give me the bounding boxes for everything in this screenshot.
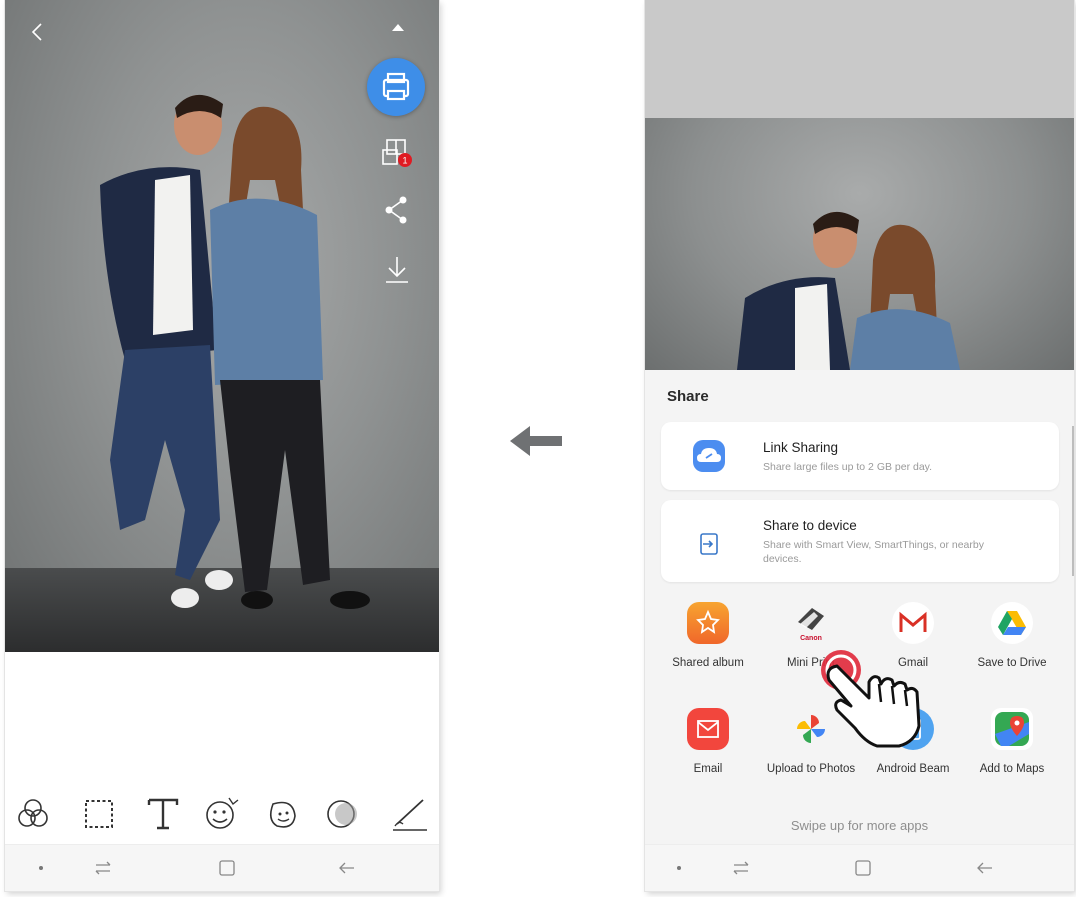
queue-count-badge: 1	[402, 156, 407, 166]
couple-photo-small	[737, 211, 960, 370]
nav-dot-icon[interactable]	[669, 858, 689, 878]
back-chevron-icon[interactable]	[25, 20, 49, 44]
link-sharing-description: Share large files up to 2 GB per day.	[763, 461, 933, 473]
share-screen: Share Link Sharing Share large files up …	[645, 0, 1074, 891]
dimmed-top-area	[645, 0, 1074, 118]
share-to-device-icon	[691, 526, 727, 567]
share-button[interactable]	[381, 194, 413, 226]
home-icon[interactable]	[217, 858, 237, 878]
save-button[interactable]	[381, 254, 413, 286]
app-shared-album[interactable]: Shared album	[656, 602, 760, 671]
photo-preview-thumbnail	[645, 118, 1074, 370]
filters-icon[interactable]	[13, 794, 53, 834]
link-sharing-option[interactable]: Link Sharing Share large files up to 2 G…	[661, 422, 1059, 490]
draw-icon[interactable]	[389, 794, 429, 834]
canon-mini-print-icon: Canon	[790, 602, 832, 644]
system-nav-bar	[645, 844, 1074, 891]
print-queue-button[interactable]: 1	[381, 136, 413, 168]
printer-icon	[382, 72, 410, 101]
text-icon[interactable]	[143, 794, 183, 834]
photo-preview[interactable]: 1	[5, 0, 439, 652]
blur-icon[interactable]	[323, 794, 363, 834]
download-icon	[386, 257, 408, 283]
swipe-up-hint: Swipe up for more apps	[790, 818, 929, 833]
share-sheet: Share Link Sharing Share large files up …	[645, 370, 1074, 845]
editing-toolbar	[5, 788, 439, 838]
left-arrow-icon	[510, 426, 562, 456]
adjust-icon[interactable]	[263, 794, 303, 834]
back-icon[interactable]	[975, 858, 995, 878]
frame-icon[interactable]	[79, 794, 119, 834]
collapse-caret-icon[interactable]	[391, 22, 405, 32]
email-icon	[687, 708, 729, 750]
app-label: Shared album	[672, 657, 744, 669]
print-button[interactable]	[367, 58, 425, 116]
tap-hand-icon	[821, 650, 921, 748]
share-to-device-title: Share to device	[763, 518, 857, 533]
app-label: Android Beam	[876, 763, 950, 775]
app-label: Email	[693, 763, 723, 775]
share-title: Share	[667, 388, 709, 405]
system-nav-bar	[5, 844, 439, 891]
google-maps-icon	[991, 708, 1033, 750]
share-to-device-description: Share with Smart View, SmartThings, or n…	[763, 539, 984, 565]
gmail-icon	[892, 602, 934, 644]
app-label: Save to Drive	[977, 657, 1047, 669]
share-to-device-option[interactable]: Share to device Share with Smart View, S…	[661, 500, 1059, 582]
app-email[interactable]: Email	[656, 708, 760, 777]
scrollbar[interactable]	[1072, 426, 1074, 576]
recent-apps-icon[interactable]	[93, 858, 113, 878]
app-add-to-maps[interactable]: Add to Maps	[960, 708, 1064, 777]
recent-apps-icon[interactable]	[731, 858, 751, 878]
home-icon[interactable]	[853, 858, 873, 878]
app-label: Add to Maps	[979, 763, 1045, 775]
print-queue-icon: 1	[382, 139, 412, 167]
share-icon	[385, 196, 407, 224]
sticker-icon[interactable]	[201, 794, 241, 834]
shared-album-icon	[687, 602, 729, 644]
link-sharing-title: Link Sharing	[763, 440, 839, 455]
back-icon[interactable]	[337, 858, 357, 878]
app-label: Upload to Photos	[766, 763, 856, 775]
google-drive-icon	[991, 602, 1033, 644]
app-save-to-drive[interactable]: Save to Drive	[960, 602, 1064, 671]
edit-screen: 1	[5, 0, 439, 891]
nav-dot-icon[interactable]	[31, 858, 51, 878]
cloud-link-icon	[691, 438, 727, 479]
